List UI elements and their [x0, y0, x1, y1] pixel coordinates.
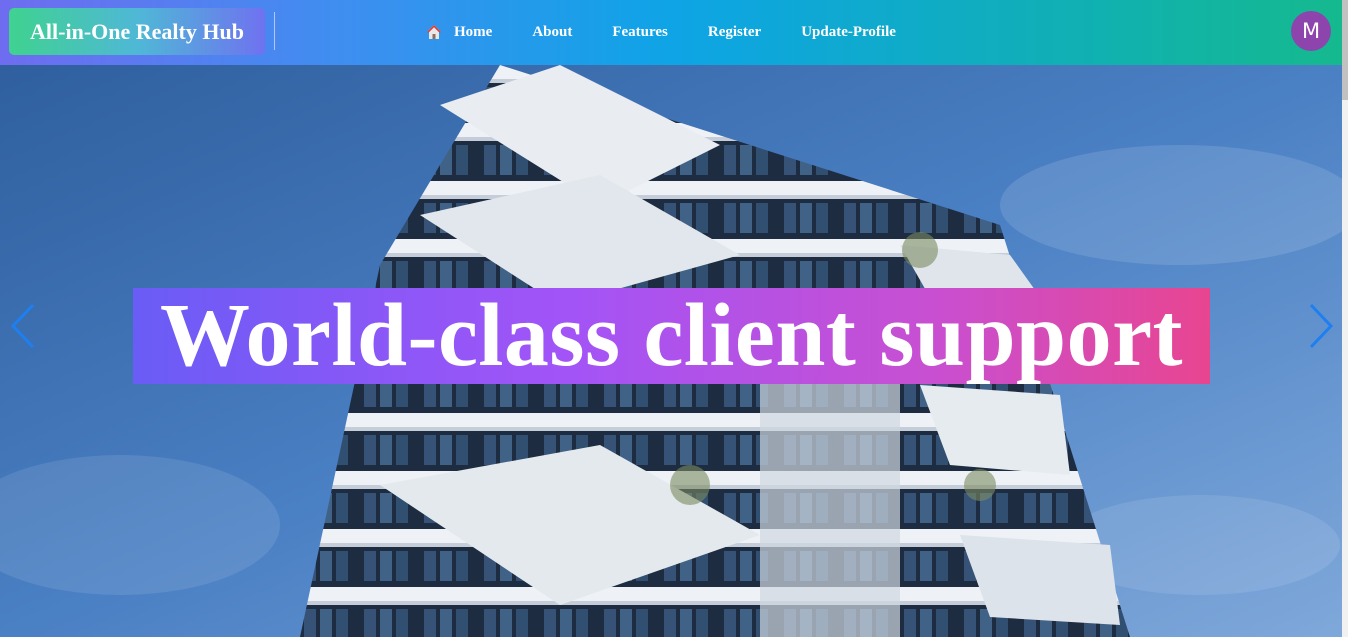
brand-divider [274, 12, 275, 50]
nav-home-label: Home [454, 24, 493, 40]
nav-links: Home About Features Register Update-Prof… [426, 0, 936, 65]
page-scrollbar[interactable] [1342, 0, 1348, 637]
chevron-left-icon[interactable] [9, 301, 39, 351]
scrollbar-thumb[interactable] [1342, 0, 1348, 100]
hero-carousel: World-class client support [0, 65, 1342, 637]
user-avatar[interactable]: M [1291, 11, 1331, 51]
nav-home[interactable]: Home [426, 24, 492, 41]
nav-about[interactable]: About [532, 24, 572, 41]
nav-update-profile[interactable]: Update-Profile [801, 24, 896, 41]
nav-register[interactable]: Register [708, 24, 761, 41]
nav-features[interactable]: Features [612, 24, 668, 41]
top-navbar: All-in-One Realty Hub Home About Feature… [0, 0, 1342, 65]
chevron-right-icon[interactable] [1305, 301, 1335, 351]
brand-logo[interactable]: All-in-One Realty Hub [9, 8, 265, 55]
home-icon [427, 24, 441, 39]
hero-headline: World-class client support [133, 288, 1210, 384]
